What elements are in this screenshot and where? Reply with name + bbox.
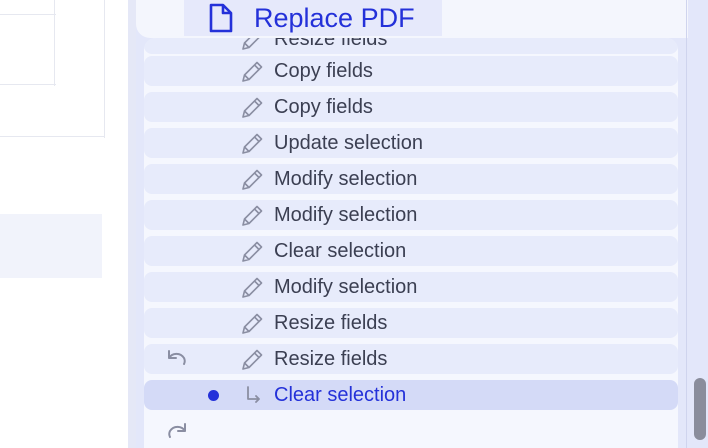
history-item-current[interactable]: Clear selection: [144, 380, 678, 410]
undo-icon: [168, 350, 186, 365]
history-item[interactable]: Resize fields: [144, 344, 678, 374]
history-item-label: Resize fields: [274, 311, 388, 334]
pencil-icon: [242, 241, 263, 262]
pencil-icon: [242, 38, 260, 50]
pencil-icon: [242, 349, 263, 370]
document-rule: [0, 84, 56, 85]
panel-toolbar: Replace PDF: [136, 0, 688, 38]
selected-form-field[interactable]: [0, 214, 102, 278]
sub-step-arrow-icon: [247, 386, 260, 403]
current-state-dot: [208, 390, 219, 401]
history-item[interactable]: Update selection: [144, 128, 678, 158]
history-item[interactable]: Copy fields: [144, 92, 678, 122]
history-item-label: Copy fields: [274, 95, 373, 118]
pencil-icon: [242, 169, 263, 190]
pencil-icon: [242, 205, 263, 226]
history-panel: Replace PDF Resize fields Copy fields Co…: [136, 0, 708, 448]
document-rule: [0, 136, 104, 137]
pencil-icon: [242, 313, 263, 334]
panel-border: [686, 0, 687, 448]
history-item-label: Modify selection: [274, 203, 418, 226]
pencil-icon: [242, 97, 263, 118]
history-item[interactable]: Modify selection: [144, 164, 678, 194]
history-item[interactable]: Copy fields: [144, 56, 678, 86]
history-item-label: Update selection: [274, 131, 423, 154]
replace-pdf-button[interactable]: Replace PDF: [184, 0, 442, 36]
panel-divider: [128, 0, 136, 448]
document-canvas[interactable]: [0, 0, 128, 448]
pencil-icon: [242, 133, 263, 154]
history-item-label: Clear selection: [274, 239, 407, 262]
document-rule: [104, 0, 105, 138]
scrollbar-thumb[interactable]: [694, 378, 706, 440]
pencil-icon: [242, 277, 263, 298]
history-item-label: Resize fields: [274, 347, 388, 370]
history-item-label: Modify selection: [274, 275, 418, 298]
history-item-label: Resize fields: [274, 38, 388, 50]
history-item-label: Modify selection: [274, 167, 418, 190]
history-item-label: Clear selection: [274, 383, 407, 406]
document-rule: [0, 14, 56, 15]
history-item[interactable]: Clear selection: [144, 236, 678, 266]
history-item[interactable]: Resize fields: [144, 38, 678, 54]
replace-pdf-label: Replace PDF: [254, 2, 415, 33]
pencil-icon: [242, 61, 263, 82]
file-icon: [209, 3, 233, 33]
history-item-label: Copy fields: [274, 59, 373, 82]
history-item[interactable]: Resize fields: [144, 308, 678, 338]
history-item[interactable]: Modify selection: [144, 200, 678, 230]
history-item[interactable]: Modify selection: [144, 272, 678, 302]
redo-icon[interactable]: [166, 420, 190, 444]
document-rule: [54, 0, 55, 86]
history-list: Resize fields Copy fields Copy fields Up…: [144, 38, 678, 448]
